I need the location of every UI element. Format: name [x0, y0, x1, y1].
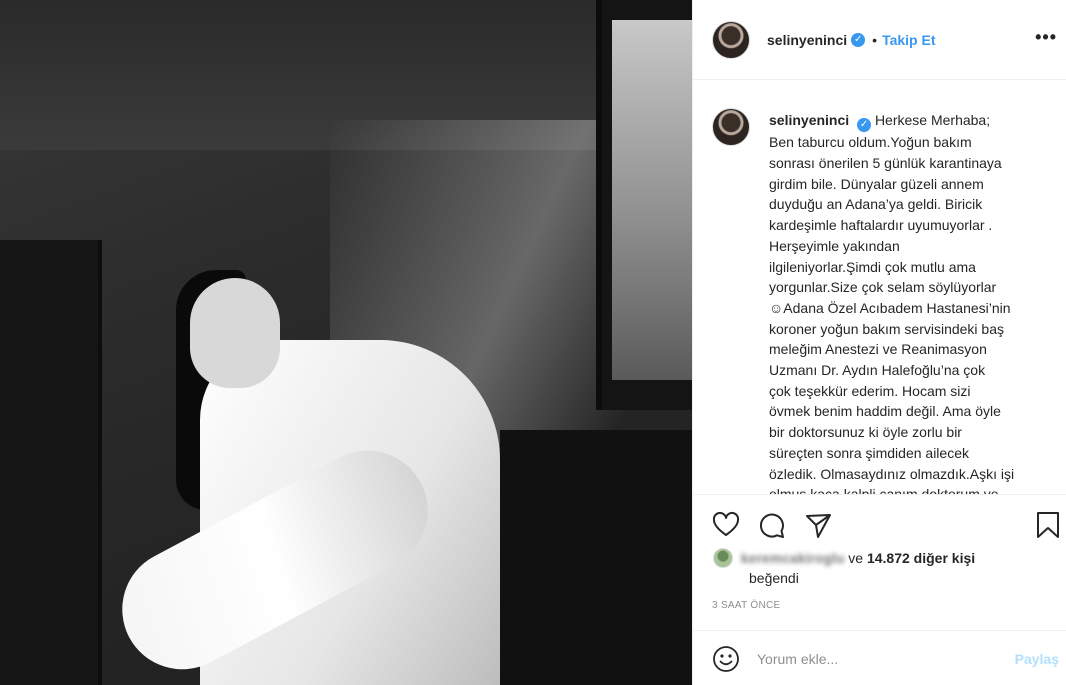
caption-line: sonrası önerilen 5 günlük karantinaya: [769, 155, 1002, 172]
caption-line: Ben taburcu oldum.Yoğun bakım: [769, 134, 972, 151]
caption-line: yorgunlar.Size çok selam söylüyorlar: [769, 279, 997, 296]
follow-button[interactable]: Takip Et: [882, 32, 935, 48]
post-header: selinyeninci ✓ • Takip Et •••: [693, 0, 1066, 80]
emoji-icon[interactable]: [711, 644, 741, 674]
caption-line: ☺Adana Özel Acıbadem Hastanesi’nin: [769, 299, 1011, 316]
post-side-panel: selinyeninci ✓ • Takip Et ••• selinyenin…: [692, 0, 1066, 685]
caption-line: duyduğu an Adana’ya geldi. Biricik: [769, 196, 983, 213]
caption-username-link[interactable]: selinyeninci: [769, 112, 849, 128]
caption-first-line: selinyeninci ✓ Herkese Merhaba;: [769, 110, 1055, 133]
caption-avatar[interactable]: [712, 108, 750, 146]
photo-door: [0, 240, 102, 685]
likes-liked-text: beğendi: [749, 570, 799, 586]
caption-area[interactable]: selinyeninci ✓ Herkese Merhaba; Ben tabu…: [693, 80, 1066, 495]
likes-and-text: ve: [848, 550, 864, 566]
separator-dot: •: [872, 31, 878, 48]
caption-greeting: Herkese Merhaba;: [874, 112, 991, 128]
liker-username[interactable]: keremcakiroglu: [741, 548, 845, 568]
verified-badge-icon: ✓: [851, 32, 866, 47]
caption-line: koroner yoğun bakım servisindeki baş: [769, 320, 1005, 337]
comment-input[interactable]: [757, 647, 1007, 671]
caption-line: bir doktorsunuz ki öyle zorlu bir: [769, 424, 962, 441]
post-comment-button[interactable]: Paylaş: [1015, 651, 1059, 667]
caption-line: çok teşekkür ederim. Hocam sizi: [769, 382, 971, 399]
photo-dresser: [500, 430, 692, 685]
send-icon[interactable]: [803, 510, 833, 540]
photo-head: [190, 278, 280, 388]
caption-line: süreçten sonra şimdiden ailecek: [769, 444, 969, 461]
post-actions: [693, 505, 1066, 545]
caption-line: ilgileniyorlar.Şimdi çok mutlu ama: [769, 258, 976, 275]
verified-badge-icon: ✓: [857, 118, 872, 133]
bookmark-icon[interactable]: [1033, 510, 1063, 540]
caption-line: olmuş kaça kalpli canım doktorum ve: [769, 486, 999, 495]
username-link[interactable]: selinyeninci: [767, 32, 847, 48]
avatar[interactable]: [712, 20, 750, 59]
likes-summary: keremcakiroglu ve 14.872 diğer kişi beğe…: [713, 548, 1053, 588]
heart-icon[interactable]: [711, 510, 741, 540]
caption-text: selinyeninci ✓ Herkese Merhaba; Ben tabu…: [769, 110, 1055, 495]
liker-avatar[interactable]: [713, 548, 733, 568]
comment-bar: Paylaş: [693, 630, 1066, 685]
caption-line: kardeşimle haftalardır uyumuyorlar .: [769, 217, 993, 234]
caption-line: özledik. Olmasaydınız olmazdık.Aşkı işi: [769, 465, 1015, 482]
post-photo[interactable]: [0, 0, 692, 685]
comment-icon[interactable]: [756, 510, 786, 540]
post-timestamp[interactable]: 3 SAAT ÖNCE: [712, 600, 781, 611]
caption-line: meleğim Anestezi ve Reanimasyon: [769, 341, 987, 358]
caption-line: övmek benim haddim değil. Ama öyle: [769, 403, 1001, 420]
more-options-icon[interactable]: •••: [1035, 27, 1057, 48]
caption-line: girdim bile. Dünyalar güzeli annem: [769, 175, 984, 192]
caption-line: Herşeyimle yakından: [769, 237, 900, 254]
caption-line: Uzmanı Dr. Aydın Halefoğlu’na çok: [769, 362, 986, 379]
photo-frame-picture: [612, 20, 692, 380]
likes-count-link[interactable]: 14.872 diğer kişi: [867, 550, 975, 566]
